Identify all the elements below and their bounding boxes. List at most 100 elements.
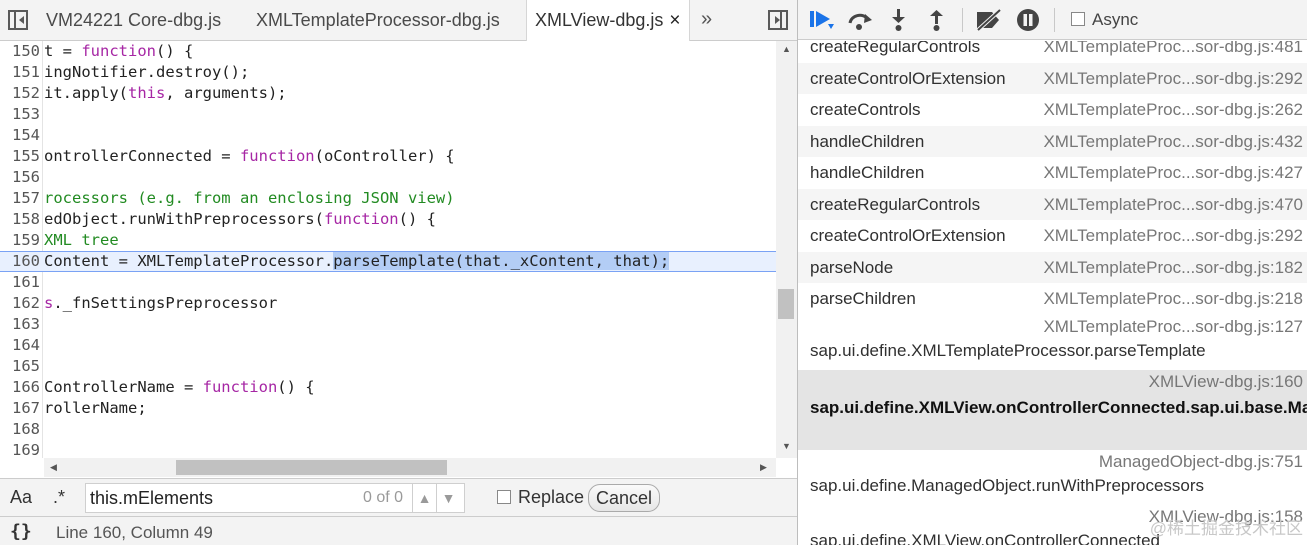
- call-frame[interactable]: parseNode XMLTemplateProc...sor-dbg.js:18…: [798, 251, 1307, 283]
- toggle-navigator-icon[interactable]: [8, 10, 28, 30]
- line-number[interactable]: 158: [0, 209, 40, 230]
- line-number[interactable]: 156: [0, 167, 40, 188]
- call-frame-location[interactable]: XMLTemplateProc...sor-dbg.js:292: [1043, 226, 1303, 246]
- line-number[interactable]: 157: [0, 188, 40, 209]
- call-frame[interactable]: createControls XMLTemplateProc...sor-dbg.…: [798, 94, 1307, 126]
- line-code: ControllerName = function() {: [44, 377, 315, 398]
- code-line[interactable]: 157 rocessors (e.g. from an enclosing JSO…: [0, 188, 776, 209]
- code-line[interactable]: 167 rollerName;: [0, 398, 776, 419]
- code-line[interactable]: 163: [0, 314, 776, 335]
- line-number[interactable]: 165: [0, 356, 40, 377]
- match-case-button[interactable]: Aa: [10, 487, 32, 508]
- pretty-print-icon[interactable]: {}: [10, 521, 32, 542]
- step-into-icon[interactable]: [886, 8, 912, 32]
- call-frame[interactable]: createControlOrExtension XMLTemplateProc.…: [798, 62, 1307, 94]
- call-frame[interactable]: handleChildren XMLTemplateProc...sor-dbg.…: [798, 157, 1307, 189]
- code-line[interactable]: 165: [0, 356, 776, 377]
- resume-icon[interactable]: [808, 8, 834, 32]
- call-frame[interactable]: handleChildren XMLTemplateProc...sor-dbg.…: [798, 125, 1307, 157]
- code-line[interactable]: 156: [0, 167, 776, 188]
- call-frame-location[interactable]: ManagedObject-dbg.js:751: [1099, 452, 1303, 472]
- editor-vertical-scrollbar[interactable]: ▲ ▼: [776, 41, 797, 458]
- step-over-icon[interactable]: [846, 8, 872, 32]
- call-frame-location[interactable]: XMLTemplateProc...sor-dbg.js:432: [1043, 132, 1303, 152]
- line-number[interactable]: 169: [0, 440, 40, 458]
- code-token: XML tree: [44, 231, 119, 249]
- line-number[interactable]: 153: [0, 104, 40, 125]
- code-line[interactable]: 168: [0, 419, 776, 440]
- deactivate-breakpoints-icon[interactable]: [974, 8, 1002, 32]
- horizontal-scroll-thumb[interactable]: [176, 460, 447, 475]
- call-frame-location[interactable]: XMLTemplateProc...sor-dbg.js:262: [1043, 100, 1303, 120]
- call-frame-location[interactable]: XMLTemplateProc...sor-dbg.js:427: [1043, 163, 1303, 183]
- line-number[interactable]: 160: [0, 252, 40, 271]
- line-number[interactable]: 151: [0, 62, 40, 83]
- call-frame-location[interactable]: XMLTemplateProc...sor-dbg.js:127: [1043, 317, 1303, 337]
- next-match-icon[interactable]: ▼: [436, 484, 460, 512]
- call-frame-location[interactable]: XMLTemplateProc...sor-dbg.js:182: [1043, 258, 1303, 278]
- scroll-up-arrow-icon[interactable]: ▲: [782, 44, 791, 54]
- async-checkbox[interactable]: [1071, 12, 1085, 26]
- step-out-icon[interactable]: [924, 8, 950, 32]
- code-line[interactable]: 152 it.apply(this, arguments);: [0, 83, 776, 104]
- call-frame[interactable]: sap.ui.define.XMLTemplateProcessor.parse…: [798, 315, 1307, 370]
- code-line[interactable]: 153: [0, 104, 776, 125]
- more-tabs-icon[interactable]: »: [701, 0, 712, 41]
- line-number[interactable]: 150: [0, 41, 40, 62]
- code-line[interactable]: 150 t = function() {: [0, 41, 776, 62]
- line-number[interactable]: 161: [0, 272, 40, 293]
- call-frame[interactable]: createRegularControls XMLTemplateProc...s…: [798, 41, 1307, 63]
- close-tab-icon[interactable]: ×: [669, 0, 680, 41]
- code-token: ._fnSettingsPreprocessor: [53, 294, 278, 312]
- vertical-scroll-thumb[interactable]: [778, 289, 794, 319]
- pause-on-exceptions-icon[interactable]: [1016, 8, 1042, 32]
- call-frame-function: sap.ui.define.XMLView.onControllerConnec…: [810, 397, 1307, 417]
- line-number[interactable]: 162: [0, 293, 40, 314]
- line-number[interactable]: 159: [0, 230, 40, 251]
- code-line[interactable]: 161: [0, 272, 776, 293]
- scroll-left-arrow-icon[interactable]: ◀: [50, 462, 57, 473]
- line-number[interactable]: 166: [0, 377, 40, 398]
- code-line[interactable]: 162 s._fnSettingsPreprocessor: [0, 293, 776, 314]
- line-number[interactable]: 164: [0, 335, 40, 356]
- line-number[interactable]: 155: [0, 146, 40, 167]
- code-line[interactable]: 166 ControllerName = function() {: [0, 377, 776, 398]
- call-frame-location[interactable]: XMLTemplateProc...sor-dbg.js:481: [1043, 41, 1303, 57]
- code-line[interactable]: 159 XML tree: [0, 230, 776, 251]
- call-frame-location[interactable]: XMLTemplateProc...sor-dbg.js:470: [1043, 195, 1303, 215]
- call-frame-function: createControlOrExtension: [810, 68, 1006, 88]
- call-frame[interactable]: createRegularControls XMLTemplateProc...s…: [798, 188, 1307, 220]
- call-frame[interactable]: sap.ui.define.ManagedObject.runWithPrepr…: [798, 450, 1307, 505]
- code-line[interactable]: 160 Content = XMLTemplateProcessor.parseT…: [0, 251, 776, 272]
- toggle-debugger-icon[interactable]: [768, 10, 788, 30]
- search-input[interactable]: [90, 486, 350, 510]
- cancel-button[interactable]: Cancel: [588, 484, 660, 512]
- call-frame-location[interactable]: XMLTemplateProc...sor-dbg.js:218: [1043, 289, 1303, 309]
- tab-xmlview-dbg[interactable]: XMLView-dbg.js ×: [526, 0, 690, 42]
- regex-button[interactable]: .*: [53, 487, 65, 508]
- line-number[interactable]: 154: [0, 125, 40, 146]
- replace-checkbox[interactable]: [497, 490, 511, 504]
- code-line[interactable]: 169: [0, 440, 776, 458]
- code-line[interactable]: 158 edObject.runWithPreprocessors(functio…: [0, 209, 776, 230]
- code-editor[interactable]: 150 t = function() {151 ingNotifier.destro…: [0, 41, 776, 458]
- line-number[interactable]: 167: [0, 398, 40, 419]
- scroll-down-arrow-icon[interactable]: ▼: [782, 441, 791, 451]
- scroll-right-arrow-icon[interactable]: ▶: [760, 462, 767, 473]
- line-number[interactable]: 163: [0, 314, 40, 335]
- call-frame-location[interactable]: XMLView-dbg.js:160: [1149, 372, 1303, 392]
- code-line[interactable]: 154: [0, 125, 776, 146]
- call-frame-location[interactable]: XMLTemplateProc...sor-dbg.js:292: [1043, 69, 1303, 89]
- previous-match-icon[interactable]: ▲: [412, 484, 436, 512]
- tab-core-dbg[interactable]: VM24221 Core-dbg.js: [46, 0, 221, 41]
- line-number[interactable]: 168: [0, 419, 40, 440]
- tab-xmltemplateprocessor-dbg[interactable]: XMLTemplateProcessor-dbg.js: [256, 0, 500, 41]
- call-frame[interactable]: parseChildren XMLTemplateProc...sor-dbg.j…: [798, 283, 1307, 315]
- editor-horizontal-scrollbar[interactable]: ◀ ▶: [44, 458, 776, 477]
- code-line[interactable]: 151 ingNotifier.destroy();: [0, 62, 776, 83]
- call-frame[interactable]: createControlOrExtension XMLTemplateProc.…: [798, 220, 1307, 252]
- code-line[interactable]: 164: [0, 335, 776, 356]
- line-number[interactable]: 152: [0, 83, 40, 104]
- code-line[interactable]: 155 ontrollerConnected = function(oContro…: [0, 146, 776, 167]
- call-frame[interactable]: sap.ui.define.XMLView.onControllerConnec…: [798, 369, 1307, 450]
